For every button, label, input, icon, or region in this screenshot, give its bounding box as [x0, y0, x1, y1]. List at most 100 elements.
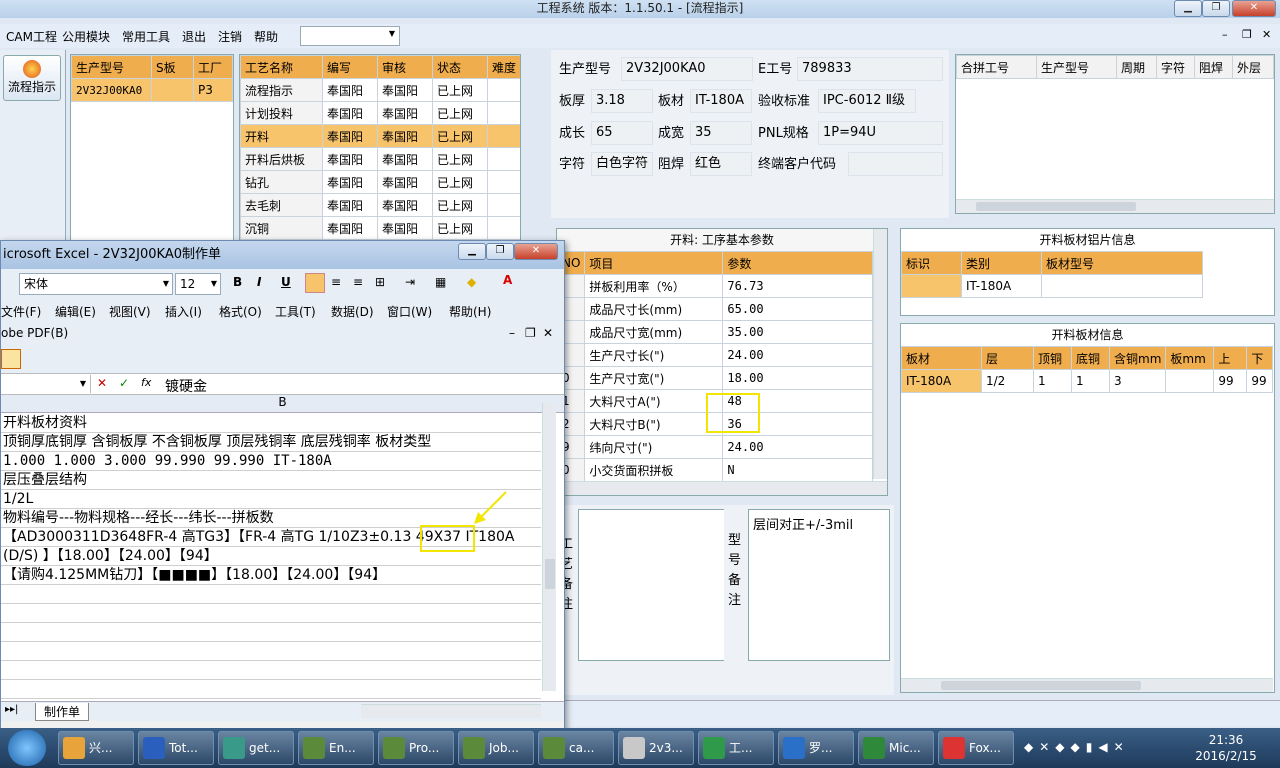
table-row[interactable]: 流程指示 奉国阳 奉国阳 已上网 [240, 78, 520, 102]
table-row[interactable]: 0 生产尺寸宽(") 18.00 [556, 366, 873, 390]
enter-icon[interactable]: ✓ [119, 376, 129, 390]
col-char[interactable]: 字符 [1156, 55, 1195, 79]
col-type[interactable]: 类别 [961, 251, 1042, 275]
excel-cell[interactable]: 开料板材资料 [1, 414, 541, 433]
excel-doc-close[interactable]: ✕ [543, 326, 553, 340]
font-combo[interactable]: 宋体 ▼ [19, 273, 173, 295]
excel-cell[interactable] [1, 585, 541, 604]
flow-button[interactable]: 流程指示 [3, 55, 61, 101]
excel-cell[interactable] [1, 642, 541, 661]
size-combo[interactable]: 12 ▼ [175, 273, 221, 295]
process-notes-box[interactable] [578, 509, 728, 661]
fill-color-icon[interactable]: ◆ [467, 275, 476, 289]
col-board-model[interactable]: 板材型号 [1041, 251, 1203, 275]
col-writer[interactable]: 编写 [322, 55, 378, 79]
field-wid[interactable]: 35 [690, 121, 752, 145]
excel-doc-restore[interactable]: ❐ [525, 326, 536, 340]
col-board-mm[interactable]: 板mm [1165, 346, 1215, 370]
menu-cam[interactable]: CAM工程 [6, 28, 57, 45]
col-up[interactable]: 上 [1213, 346, 1248, 370]
field-len[interactable]: 65 [591, 121, 653, 145]
excel-cell[interactable] [1, 604, 541, 623]
excel-vscroll[interactable] [542, 403, 556, 691]
menu-public[interactable]: 公用模块 [62, 28, 110, 45]
excel-cell[interactable]: 顶铜厚底铜厚 含铜板厚 不含铜板厚 顶层残铜率 底层残铜率 板材类型 [1, 433, 541, 452]
excel-cell[interactable]: 1.000 1.000 3.000 99.990 99.990 IT-180A [1, 452, 541, 471]
combine-hscroll[interactable] [956, 199, 1274, 213]
excel-menu-item[interactable]: 编辑(E) [55, 303, 96, 320]
col-reviewer[interactable]: 审核 [377, 55, 433, 79]
col-status[interactable]: 状态 [432, 55, 488, 79]
excel-menu-item[interactable]: 文件(F) [1, 303, 41, 320]
col-bot-cu[interactable]: 底铜 [1071, 346, 1110, 370]
mdi-close[interactable]: ✕ [1262, 28, 1271, 41]
taskbar-item[interactable]: En... [298, 731, 374, 765]
close-button[interactable]: ✕ [1232, 0, 1276, 17]
cancel-icon[interactable]: ✕ [97, 376, 107, 390]
field-cust[interactable] [848, 152, 943, 176]
col-factory[interactable]: 工厂 [193, 55, 233, 79]
pdf-icon[interactable] [1, 349, 21, 369]
excel-menu-item[interactable]: 工具(T) [275, 303, 316, 320]
col-down[interactable]: 下 [1246, 346, 1273, 370]
taskbar-item[interactable]: Job... [458, 731, 534, 765]
menu-exit[interactable]: 退出 [182, 28, 206, 45]
bold-button[interactable]: B [233, 275, 242, 289]
table-row[interactable]: 成品尺寸长(mm) 65.00 [556, 297, 873, 321]
taskbar-item[interactable]: Fox... [938, 731, 1014, 765]
table-row[interactable]: 2V32J00KA0 P3 [71, 78, 233, 102]
taskbar-item[interactable]: 2v3... [618, 731, 694, 765]
taskbar-item[interactable]: ca... [538, 731, 614, 765]
excel-menu-item[interactable]: 帮助(H) [449, 303, 491, 320]
merge-icon[interactable]: ⊞ [375, 275, 385, 289]
field-material[interactable]: IT-180A [690, 89, 752, 113]
taskbar-item[interactable]: 罗... [778, 731, 854, 765]
col-cycle[interactable]: 周期 [1116, 55, 1157, 79]
taskbar-item[interactable]: Mic... [858, 731, 934, 765]
table-row[interactable]: 开料后烘板 奉国阳 奉国阳 已上网 [240, 147, 520, 171]
excel-menu-item[interactable]: 视图(V) [109, 303, 151, 320]
col-s[interactable]: S板 [151, 55, 194, 79]
maximize-button[interactable]: ❐ [1202, 0, 1230, 17]
align-left-icon[interactable] [305, 273, 325, 293]
col-model[interactable]: 生产型号 [71, 55, 152, 79]
col-mark[interactable]: 标识 [901, 251, 962, 275]
mdi-minimize[interactable]: – [1222, 28, 1228, 41]
table-row[interactable]: IT-180A [901, 274, 1203, 298]
pdf-menu[interactable]: obe PDF(B) [1, 326, 68, 340]
table-row[interactable]: IT-180A 1/2 1 1 3 99 99 [901, 369, 1273, 393]
excel-cell[interactable]: 1/2L [1, 490, 541, 509]
table-row[interactable]: 计划投料 奉国阳 奉国阳 已上网 [240, 101, 520, 125]
field-pnl[interactable]: 1P=94U [818, 121, 943, 145]
col-mask[interactable]: 阻焊 [1194, 55, 1233, 79]
model-notes-box[interactable]: 层间对正+/-3mil [748, 509, 890, 661]
table-row[interactable]: 钻孔 奉国阳 奉国阳 已上网 [240, 170, 520, 194]
sheet-nav-icon[interactable]: ▸▸| [5, 704, 18, 715]
col-board[interactable]: 板材 [901, 346, 982, 370]
tray-icons[interactable]: ◆✕◆◆▮◀✕ [1024, 740, 1130, 754]
excel-cell[interactable] [1, 623, 541, 642]
excel-doc-minimize[interactable]: – [509, 326, 515, 340]
table-row[interactable]: 拼板利用率（%） 76.73 [556, 274, 873, 298]
params-vscroll[interactable] [873, 229, 887, 479]
excel-cell[interactable] [1, 680, 541, 699]
excel-close-button[interactable]: ✕ [514, 243, 558, 260]
taskbar-item[interactable]: get... [218, 731, 294, 765]
taskbar-item[interactable]: Pro... [378, 731, 454, 765]
col-process[interactable]: 工艺名称 [240, 55, 323, 79]
col-outer[interactable]: 外层 [1232, 55, 1274, 79]
col-layer[interactable]: 层 [981, 346, 1034, 370]
excel-hscroll[interactable] [361, 704, 541, 718]
font-color-icon[interactable]: A [503, 273, 512, 287]
taskbar-item[interactable]: 工... [698, 731, 774, 765]
field-thick[interactable]: 3.18 [591, 89, 653, 113]
col-param[interactable]: 参数 [722, 251, 873, 275]
field-eno[interactable]: 789833 [797, 57, 943, 81]
field-std[interactable]: IPC-6012 Ⅱ级 [818, 89, 916, 113]
table-row[interactable]: 成品尺寸宽(mm) 35.00 [556, 320, 873, 344]
name-box[interactable]: ▼ [1, 375, 91, 393]
table-row[interactable]: 生产尺寸长(") 24.00 [556, 343, 873, 367]
clock[interactable]: 21:36 2016/2/15 [1194, 732, 1258, 764]
underline-button[interactable]: U [281, 275, 291, 289]
menu-tools[interactable]: 常用工具 [122, 28, 170, 45]
